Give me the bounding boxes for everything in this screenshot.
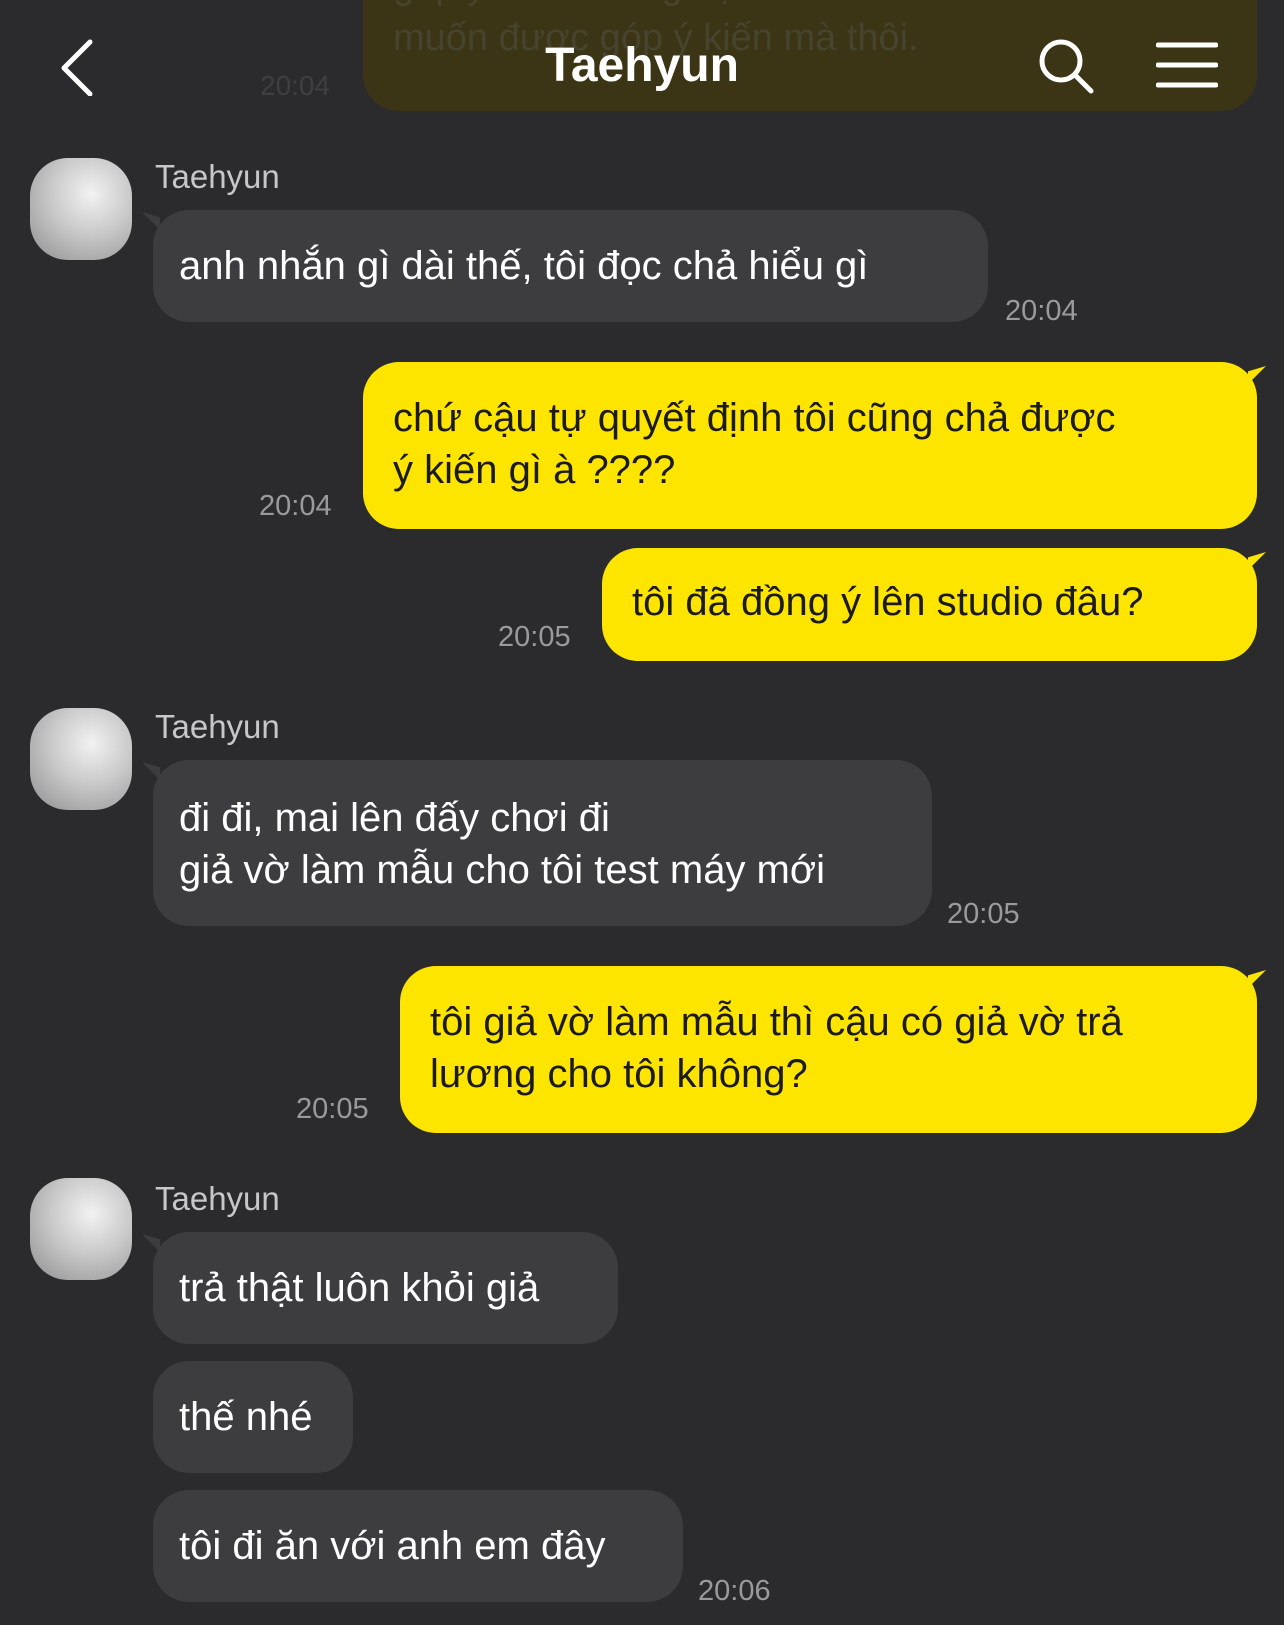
message-time: 20:06	[698, 1575, 771, 1607]
incoming-message[interactable]: trả thật luôn khỏi giả	[153, 1232, 618, 1344]
sender-name: Taehyun	[155, 158, 280, 195]
incoming-message[interactable]: đi đi, mai lên đấy chơi đi giả vờ làm mẫ…	[153, 760, 932, 926]
hamburger-menu-icon[interactable]	[1155, 40, 1219, 90]
outgoing-message[interactable]: tôi đã đồng ý lên studio đâu?	[602, 548, 1257, 661]
message-time: 20:05	[296, 1093, 369, 1125]
avatar[interactable]	[30, 1178, 132, 1280]
incoming-message[interactable]: tôi đi ăn với anh em đây	[153, 1490, 683, 1602]
chat-header: Taehyun	[0, 0, 1284, 132]
outgoing-message[interactable]: tôi giả vờ làm mẫu thì cậu có giả vờ trả…	[400, 966, 1257, 1133]
message-time: 20:04	[259, 490, 332, 522]
message-time: 20:04	[1005, 295, 1078, 327]
incoming-message[interactable]: thế nhé	[153, 1361, 353, 1473]
sender-name: Taehyun	[155, 708, 280, 745]
outgoing-message[interactable]: chứ cậu tự quyết định tôi cũng chả được …	[363, 362, 1257, 529]
back-chevron-icon[interactable]	[56, 36, 104, 97]
search-icon[interactable]	[1036, 36, 1096, 96]
message-time: 20:05	[947, 898, 1020, 930]
message-time: 20:05	[498, 621, 571, 653]
sender-name: Taehyun	[155, 1180, 280, 1217]
avatar[interactable]	[30, 708, 132, 810]
incoming-message[interactable]: anh nhắn gì dài thế, tôi đọc chả hiểu gì	[153, 210, 988, 322]
avatar[interactable]	[30, 158, 132, 260]
